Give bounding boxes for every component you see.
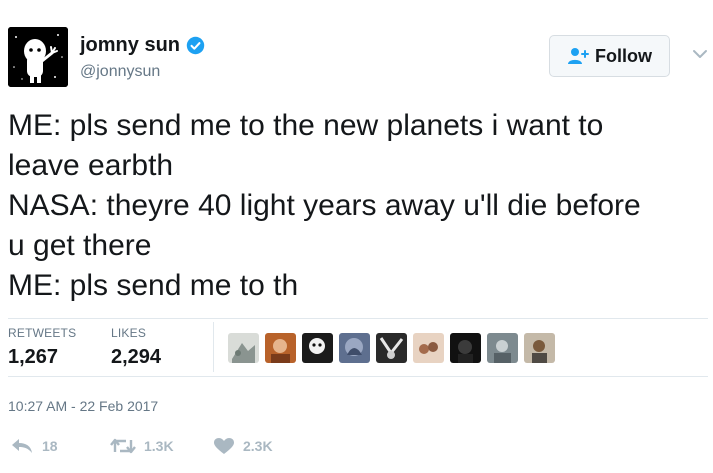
liker-avatar[interactable] [376, 333, 407, 363]
tweet-timestamp[interactable]: 10:27 AM - 22 Feb 2017 [8, 398, 158, 414]
reply-icon [12, 439, 32, 453]
liker-avatar[interactable] [524, 333, 555, 363]
retweet-button[interactable]: 1.3K [110, 437, 174, 455]
retweets-count: 1,267 [8, 346, 59, 368]
liker-avatar[interactable] [487, 333, 518, 363]
follow-button[interactable]: Follow [549, 35, 670, 77]
liker-avatar[interactable] [265, 333, 296, 363]
tweet-text-line: ME: pls send me to th [8, 269, 299, 302]
likes-count: 2,294 [111, 346, 162, 368]
like-button[interactable]: 2.3K [213, 437, 273, 455]
add-user-icon [568, 48, 589, 64]
tweet-text-line: leave earbth [8, 149, 174, 182]
tweet-text-line: NASA: theyre 40 light years away u'll di… [8, 189, 641, 222]
liker-avatars [228, 333, 555, 363]
retweet-count: 1.3K [144, 438, 174, 454]
likes-label: LIKES [111, 326, 147, 340]
stats-separator [213, 322, 214, 372]
liker-avatar[interactable] [413, 333, 444, 363]
tweet-text: ME: pls send me to the new planets i wan… [8, 106, 708, 306]
liker-avatar[interactable] [228, 333, 259, 363]
follow-button-label: Follow [595, 45, 652, 66]
retweets-stat[interactable]: RETWEETS 1,267 [8, 326, 76, 369]
liker-avatar[interactable] [339, 333, 370, 363]
author-handle[interactable]: @jonnysun [80, 63, 160, 81]
stats-top-divider [8, 318, 708, 319]
likes-stat[interactable]: LIKES 2,294 [111, 326, 161, 369]
like-count: 2.3K [243, 438, 273, 454]
chevron-down-icon[interactable] [692, 47, 708, 61]
reply-count: 18 [42, 438, 58, 454]
liker-avatar[interactable] [302, 333, 333, 363]
heart-icon [214, 438, 234, 454]
stats-bottom-divider [8, 376, 708, 377]
verified-badge-icon [186, 36, 205, 55]
tweet-text-line: u get there [8, 229, 152, 262]
author-display-name[interactable]: jomny sun [80, 34, 180, 57]
cartoon-avatar-image [8, 27, 68, 87]
reply-button[interactable]: 18 [10, 437, 58, 455]
retweets-label: RETWEETS [8, 326, 77, 340]
retweet-icon [110, 438, 136, 454]
author-avatar[interactable] [8, 27, 68, 87]
tweet-text-line: ME: pls send me to the new planets i wan… [8, 109, 604, 142]
liker-avatar[interactable] [450, 333, 481, 363]
author-name-row[interactable]: jomny sun [80, 34, 205, 57]
